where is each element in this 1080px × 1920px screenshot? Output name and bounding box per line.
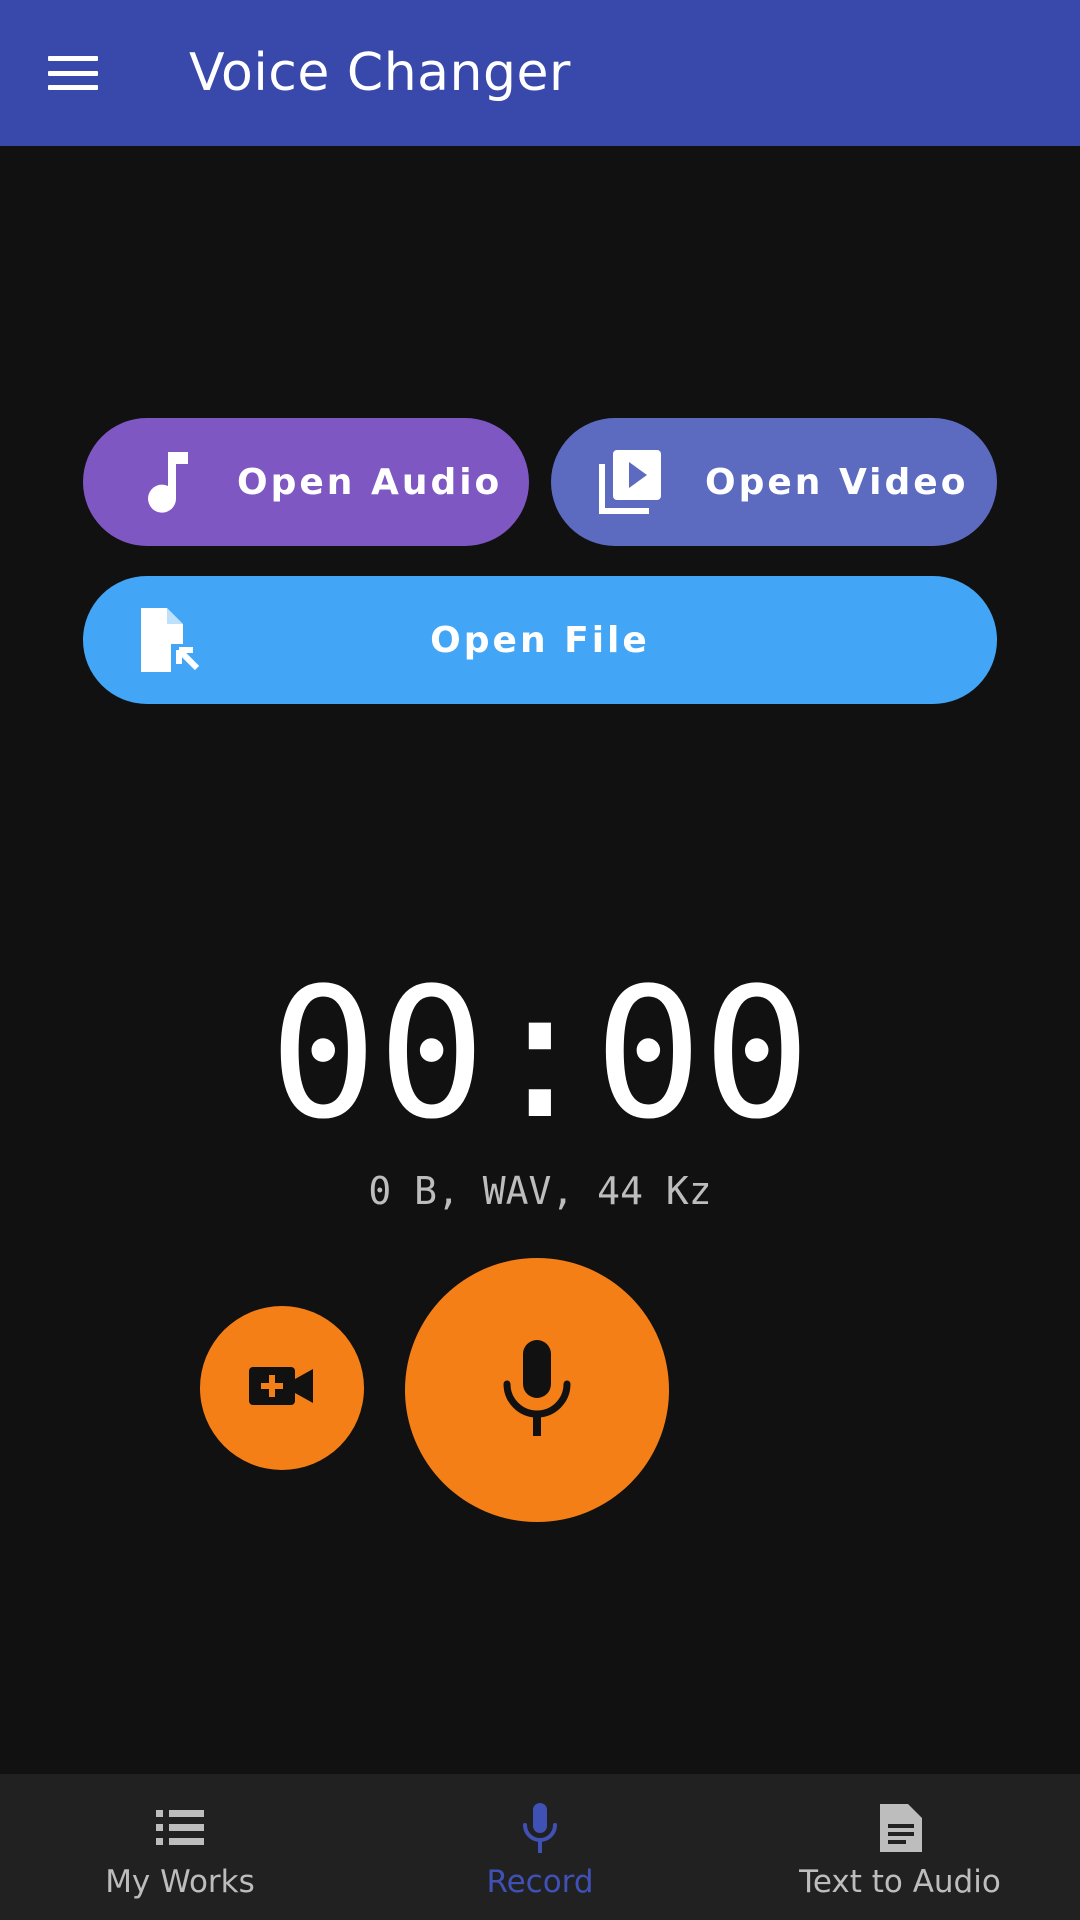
- nav-record-label: Record: [486, 1864, 594, 1900]
- open-video-label: Open Video: [705, 462, 969, 503]
- menu-line: [48, 56, 98, 61]
- nav-text-to-audio-label: Text to Audio: [799, 1864, 1001, 1900]
- menu-line: [48, 85, 98, 90]
- document-icon: [870, 1800, 930, 1856]
- music-note-icon: [138, 448, 198, 516]
- open-video-button[interactable]: Open Video: [551, 418, 997, 546]
- voice-changer-screen: Voice Changer Open Audio Open Video Open…: [0, 0, 1080, 1920]
- app-title: Voice Changer: [189, 43, 571, 103]
- app-bar: Voice Changer: [0, 0, 1080, 146]
- microphone-icon: [510, 1800, 570, 1856]
- video-add-icon: [247, 1361, 317, 1415]
- hamburger-menu-icon[interactable]: [44, 49, 102, 97]
- video-library-icon: [595, 446, 665, 518]
- nav-my-works-label: My Works: [105, 1864, 255, 1900]
- list-icon: [150, 1800, 210, 1856]
- record-mic-button[interactable]: [405, 1258, 669, 1522]
- menu-line: [48, 70, 98, 76]
- recording-timer: 00:00: [269, 950, 811, 1159]
- recording-meta: 0 B, WAV, 44 Kz: [368, 1169, 712, 1213]
- nav-my-works[interactable]: My Works: [0, 1774, 360, 1920]
- open-audio-label: Open Audio: [237, 462, 503, 503]
- microphone-icon: [497, 1336, 577, 1444]
- video-record-button[interactable]: [200, 1306, 364, 1470]
- bottom-navigation: My Works Record Text to Audio: [0, 1774, 1080, 1920]
- open-file-button[interactable]: Open File: [83, 576, 997, 704]
- nav-record[interactable]: Record: [360, 1774, 720, 1920]
- nav-text-to-audio[interactable]: Text to Audio: [720, 1774, 1080, 1920]
- open-file-label: Open File: [430, 620, 650, 661]
- open-audio-button[interactable]: Open Audio: [83, 418, 529, 546]
